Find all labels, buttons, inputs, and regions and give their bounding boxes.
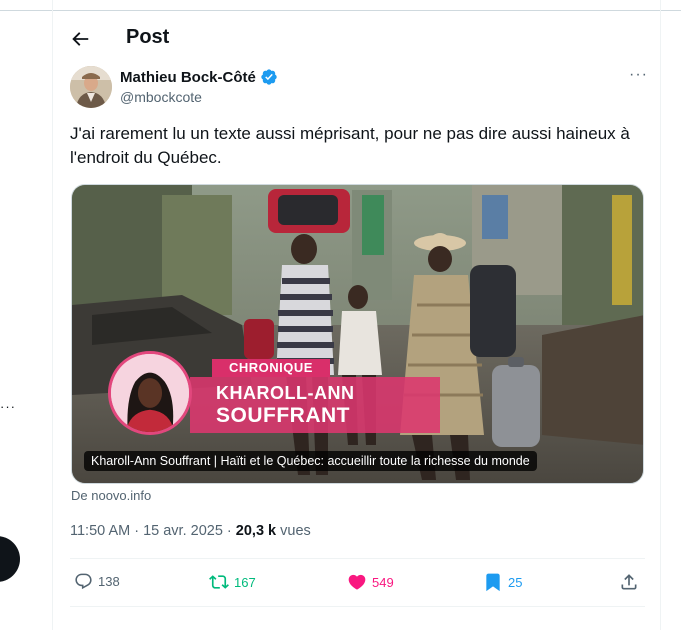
name-line: Mathieu Bock-Côté (120, 68, 278, 86)
tweet-text: J'ai rarement lu un texte aussi méprisan… (70, 124, 630, 167)
card-image (72, 185, 643, 483)
reply-icon (75, 573, 92, 590)
reply-button[interactable]: 138 (74, 572, 120, 591)
columnist-last-name: SOUFFRANT (216, 404, 350, 427)
more-icon[interactable]: ··· (629, 66, 648, 84)
repost-button[interactable]: 167 (209, 572, 256, 592)
post-header: Post (53, 18, 660, 58)
card-source[interactable]: De noovo.info (71, 488, 151, 503)
back-arrow-icon[interactable] (69, 28, 91, 50)
author-row: Mathieu Bock-Côté @mbockcote ··· (70, 66, 650, 110)
columnist-first-name: KHAROLL-ANN (216, 383, 355, 403)
author-name[interactable]: Mathieu Bock-Côté (120, 69, 256, 86)
post-column: Post Mathieu Bock-Côté @mbockcote ··· J'… (52, 0, 661, 630)
divider (70, 558, 645, 559)
bookmark-button[interactable]: 25 (483, 572, 522, 592)
post-timestamp[interactable]: 11:50 AM · 15 avr. 2025 · (70, 523, 236, 539)
reply-count: 138 (98, 574, 120, 589)
views-count: 20,3 k (235, 523, 277, 539)
bookmark-count: 25 (508, 574, 523, 590)
like-count: 549 (372, 574, 394, 590)
author-handle[interactable]: @mbockcote (120, 89, 202, 105)
link-card[interactable]: CHRONIQUE KHAROLL-ANN SOUFFRANT Kharoll-… (71, 184, 644, 484)
bookmark-icon (486, 573, 500, 592)
avatar[interactable] (70, 66, 112, 108)
action-bar: 138 167 549 25 (70, 570, 645, 598)
like-button[interactable]: 549 (347, 572, 394, 592)
share-button[interactable] (619, 572, 639, 592)
columnist-avatar (108, 351, 192, 435)
chronique-badge: CHRONIQUE (212, 359, 330, 377)
views-label: vues (276, 523, 311, 539)
repost-count: 167 (234, 574, 256, 590)
divider (70, 606, 645, 607)
post-meta: 11:50 AM · 15 avr. 2025 · 20,3 k vues (70, 523, 311, 539)
verified-badge-icon (261, 69, 277, 85)
heart-icon (348, 574, 366, 590)
share-icon (621, 574, 637, 590)
page-title: Post (126, 26, 170, 48)
card-caption: Kharoll-Ann Souffrant | Haïti et le Québ… (84, 451, 537, 471)
sidebar-more-icon[interactable]: ··· (0, 399, 16, 414)
repost-icon (209, 575, 229, 589)
sidebar-post-button[interactable] (0, 536, 20, 582)
